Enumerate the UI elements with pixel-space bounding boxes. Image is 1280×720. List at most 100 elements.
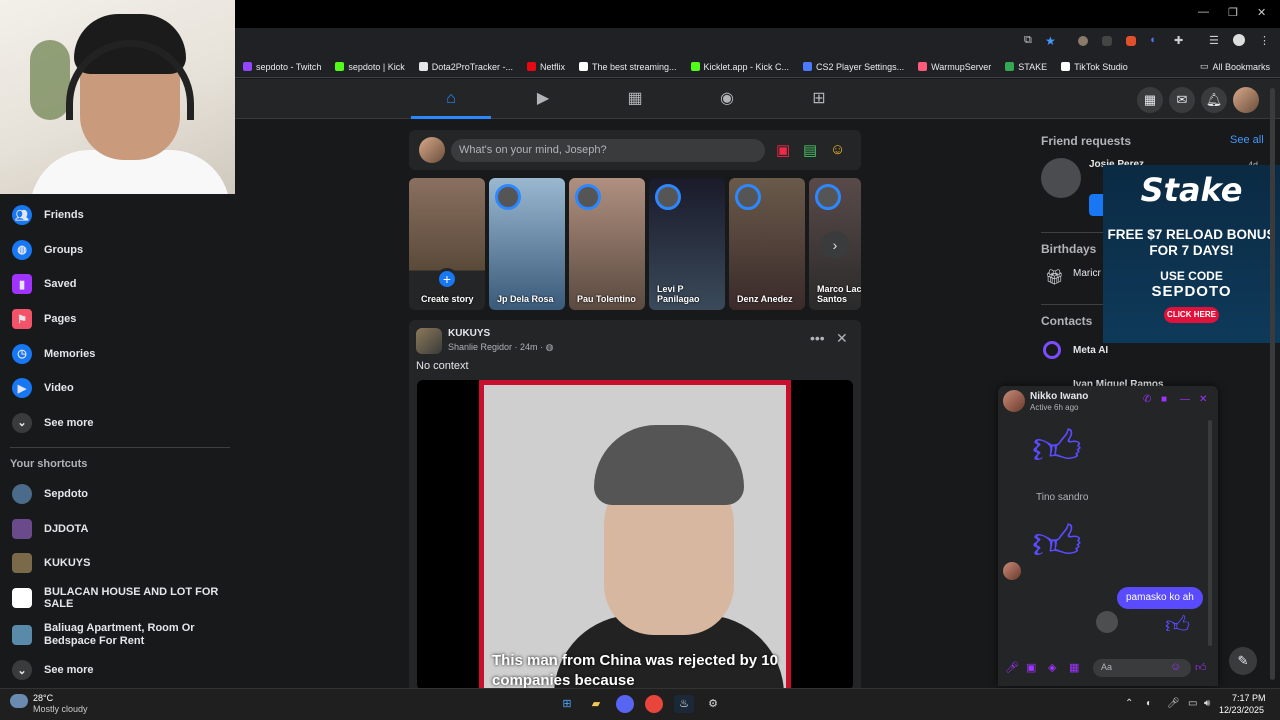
new-message-icon[interactable]: ✎ <box>1229 647 1257 675</box>
sidebar-see-more[interactable]: ⌄ See more <box>0 406 235 441</box>
menu-grid-icon[interactable]: ▦ <box>1137 87 1163 113</box>
bookmark[interactable]: Dota2ProTracker -... <box>418 62 513 72</box>
gif-icon[interactable]: ▦ <box>1069 661 1079 674</box>
feeling-icon[interactable]: ☺ <box>830 141 845 158</box>
restore-icon[interactable]: ❐ <box>1228 6 1238 19</box>
groups-tab-icon[interactable]: ◉ <box>718 90 736 108</box>
chat-contact-name[interactable]: Nikko Iwano <box>1030 391 1088 402</box>
ad-click-button[interactable]: CLICK HERE <box>1164 307 1219 323</box>
bookmark[interactable]: WarmupServer <box>918 62 991 72</box>
sidebar-item-groups[interactable]: ◍ Groups <box>0 233 235 268</box>
shortcut-item[interactable]: Sepdoto <box>0 477 235 512</box>
see-all-link[interactable]: See all <box>1230 134 1264 146</box>
profile-icon[interactable] <box>1233 34 1245 46</box>
bookmark[interactable]: sepdoto | Kick <box>335 62 405 72</box>
shortcut-item[interactable]: DJDOTA <box>0 512 235 547</box>
sidebar-item-pages[interactable]: ⚑ Pages <box>0 302 235 337</box>
avatar[interactable] <box>1041 158 1081 198</box>
chevron-up-icon[interactable]: ⌃ <box>1125 698 1133 709</box>
contact-name[interactable]: Meta AI <box>1073 345 1108 356</box>
minimize-chat-icon[interactable]: — <box>1180 394 1190 405</box>
bookmark-favicon-icon <box>1061 62 1071 71</box>
start-icon[interactable]: ⊞ <box>557 695 577 713</box>
chevron-right-icon[interactable]: › <box>821 231 849 259</box>
emoji-icon[interactable]: ☺ <box>1170 661 1181 673</box>
group-avatar[interactable] <box>416 328 442 354</box>
bookmark[interactable]: Netflix <box>526 62 565 72</box>
post-group-name[interactable]: KUKUYS <box>448 328 490 339</box>
clock-date[interactable]: 12/23/2025 <box>1219 705 1264 715</box>
bookmark[interactable]: Kicklet.app - Kick C... <box>690 62 789 72</box>
gaming-tab-icon[interactable]: ⊞ <box>810 90 828 108</box>
sidebar-item-saved[interactable]: ▮ Saved <box>0 267 235 302</box>
star-icon[interactable]: ★ <box>1045 34 1059 48</box>
avatar[interactable] <box>1003 390 1025 412</box>
puzzle-icon[interactable]: ✚ <box>1174 34 1188 48</box>
sidebar-item-memories[interactable]: ◷ Memories <box>0 336 235 371</box>
messenger-icon[interactable]: ✉ <box>1169 87 1195 113</box>
app-icon[interactable]: ⚙ <box>703 695 723 713</box>
sidebar-item-video[interactable]: ▶ Video <box>0 371 235 406</box>
confirm-button[interactable] <box>1089 194 1103 216</box>
story-card[interactable]: Jp Dela Rosa <box>489 178 565 310</box>
shortcut-item[interactable]: BULACAN HOUSE AND LOT FOR SALE <box>0 581 235 616</box>
composer-input[interactable]: What's on your mind, Joseph? <box>451 139 765 162</box>
extension-icon[interactable] <box>1078 36 1088 46</box>
network-icon[interactable]: ▭ <box>1188 698 1197 709</box>
screenshot-icon[interactable]: ⧉ <box>1024 34 1038 48</box>
discord-icon[interactable] <box>616 695 634 713</box>
story-card[interactable]: Levi P Panilagao <box>649 178 725 310</box>
live-video-icon[interactable]: ▣ <box>776 141 790 159</box>
menu-icon[interactable]: ⋮ <box>1259 34 1273 48</box>
home-tab-icon[interactable]: ⌂ <box>442 90 460 108</box>
minimize-icon[interactable]: — <box>1198 6 1209 18</box>
post-author[interactable]: Shanlie Regidor <box>448 342 512 352</box>
clock-time[interactable]: 7:17 PM <box>1232 693 1266 703</box>
microphone-icon[interactable]: 🎤︎ <box>1167 698 1180 709</box>
tab-search-icon[interactable]: ☰ <box>1209 34 1223 48</box>
sidebar-item-friends[interactable]: 👥︎ Friends <box>0 198 235 233</box>
shortcut-item[interactable]: Baliuag Apartment, Room Or Bedspace For … <box>0 615 235 655</box>
steam-icon[interactable]: ♨ <box>674 695 694 713</box>
shortcut-item[interactable]: KUKUYS <box>0 546 235 581</box>
volume-icon[interactable]: 🔊︎ <box>1204 698 1210 709</box>
marketplace-tab-icon[interactable]: ▦ <box>626 90 644 108</box>
close-chat-icon[interactable]: ✕ <box>1199 394 1207 405</box>
close-icon[interactable]: ✕ <box>836 330 848 347</box>
story-card[interactable]: Pau Tolentino <box>569 178 645 310</box>
post-image[interactable]: This man from China was rejected by 10 c… <box>417 380 853 690</box>
extension-icon[interactable] <box>1126 36 1136 46</box>
like-icon[interactable]: 👍︎ <box>1195 661 1207 674</box>
notifications-icon[interactable]: 🔔︎ <box>1201 87 1227 113</box>
weather-description[interactable]: Mostly cloudy <box>33 704 88 714</box>
chat-scrollbar[interactable] <box>1208 420 1212 646</box>
sticker-icon[interactable]: ◈ <box>1048 661 1056 674</box>
close-window-icon[interactable]: ✕ <box>1257 6 1266 19</box>
all-bookmarks[interactable]: ▭ All Bookmarks <box>1200 61 1270 72</box>
file-explorer-icon[interactable]: ▰ <box>586 695 606 713</box>
more-options-icon[interactable]: ••• <box>810 330 825 346</box>
page-scrollbar[interactable] <box>1270 88 1275 680</box>
microphone-icon[interactable]: 🎤︎ <box>1005 661 1019 674</box>
chrome-icon[interactable] <box>645 695 663 713</box>
story-card[interactable]: Denz Anedez <box>729 178 805 310</box>
story-card-create[interactable]: + Create story <box>409 178 485 310</box>
account-avatar[interactable] <box>1233 87 1259 113</box>
shortcuts-see-more[interactable]: ⌄ See more <box>0 655 235 685</box>
weather-icon[interactable] <box>10 694 28 708</box>
extension-icon[interactable] <box>1102 36 1112 46</box>
bookmark[interactable]: TikTok Studio <box>1061 62 1128 72</box>
photo-icon[interactable]: ▤ <box>803 141 817 159</box>
video-tab-icon[interactable]: ▶ <box>534 90 552 108</box>
tray-icon[interactable]: ◐ <box>1146 698 1152 709</box>
bookmark[interactable]: CS2 Player Settings... <box>803 62 904 72</box>
bookmark[interactable]: STAKE <box>1005 62 1047 72</box>
image-icon[interactable]: ▣ <box>1026 661 1036 674</box>
extension-icon[interactable]: ◖ <box>1149 34 1163 48</box>
bookmark[interactable]: The best streaming... <box>578 62 677 72</box>
bookmark[interactable]: sepdoto - Twitch <box>243 62 321 72</box>
video-call-icon[interactable]: ■ <box>1161 394 1167 405</box>
weather-temperature[interactable]: 28°C <box>33 693 53 703</box>
post-time[interactable]: 24m <box>520 342 538 352</box>
phone-icon[interactable]: ✆ <box>1143 394 1151 405</box>
